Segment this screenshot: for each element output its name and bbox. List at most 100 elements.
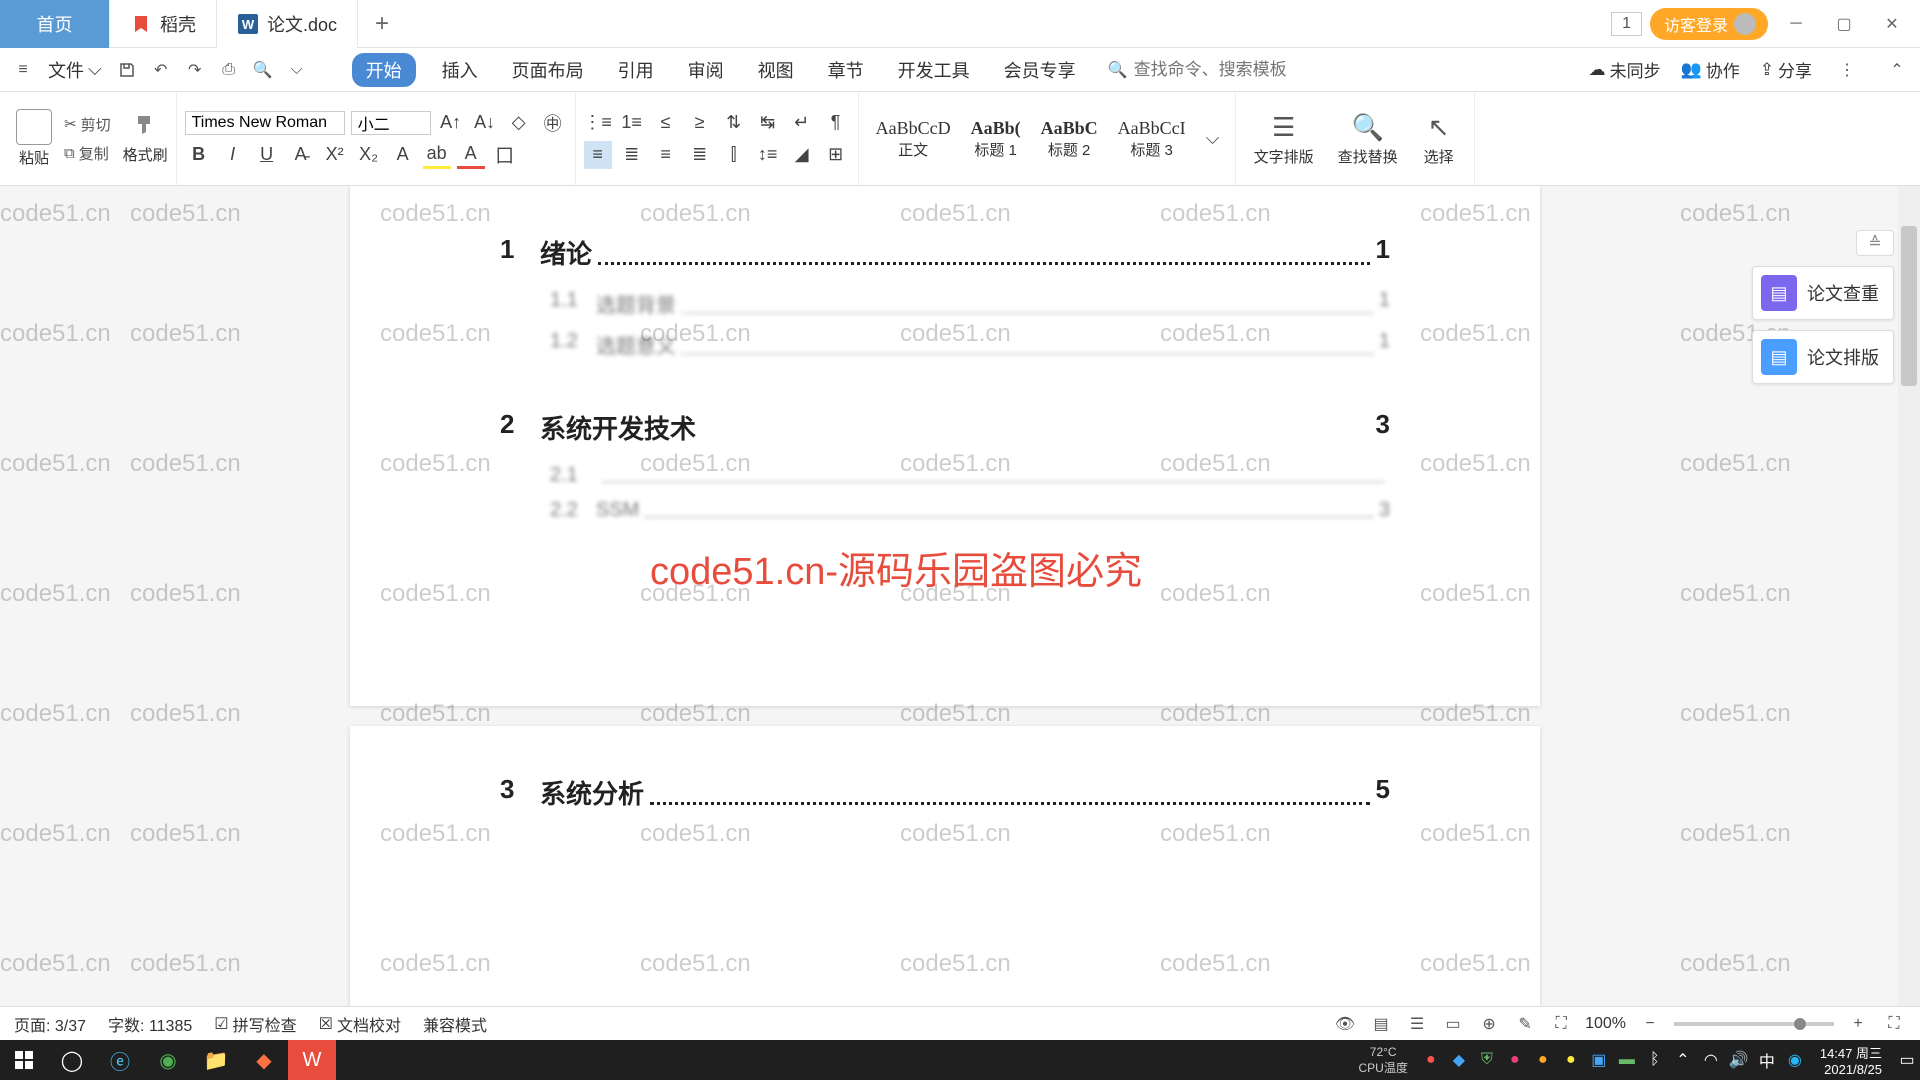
hamburger-icon[interactable]: ≡ — [8, 55, 38, 85]
char-border-icon[interactable]: 囗 — [491, 141, 519, 169]
web-view-icon[interactable]: ⊕ — [1477, 1012, 1501, 1036]
start-button[interactable] — [0, 1040, 48, 1080]
tab-home[interactable]: 首页 — [0, 0, 110, 48]
align-center-icon[interactable]: ≣ — [618, 141, 646, 169]
align-right-icon[interactable]: ≡ — [652, 141, 680, 169]
bold-icon[interactable]: B — [185, 141, 213, 169]
tray-icon[interactable]: ▬ — [1614, 1047, 1640, 1073]
menu-tab-start[interactable]: 开始 — [352, 53, 416, 87]
copy-button[interactable]: ⧉复制 — [64, 143, 111, 164]
style-heading2[interactable]: AaBbC标题 2 — [1032, 115, 1107, 163]
tab-char-icon[interactable]: ↹ — [754, 109, 782, 137]
explorer-icon[interactable]: 📁 — [192, 1040, 240, 1080]
line-break-icon[interactable]: ↵ — [788, 109, 816, 137]
ime-indicator[interactable]: 中 — [1754, 1047, 1780, 1073]
window-count-badge[interactable]: 1 — [1611, 12, 1642, 36]
collab-button[interactable]: 👥协作 — [1681, 57, 1740, 82]
unsync-button[interactable]: ☁未同步 — [1589, 57, 1661, 82]
wps-icon[interactable]: W — [288, 1040, 336, 1080]
spell-check-button[interactable]: ☑拼写检查 — [214, 1012, 296, 1036]
outline-view-icon[interactable]: ☰ — [1405, 1012, 1429, 1036]
menu-tab-insert[interactable]: 插入 — [434, 53, 486, 87]
paste-button[interactable]: 粘贴 — [16, 109, 52, 168]
tray-icon[interactable]: ● — [1530, 1047, 1556, 1073]
slider-thumb[interactable] — [1794, 1018, 1806, 1030]
print-icon[interactable]: ⎙ — [214, 55, 244, 85]
tray-icon[interactable]: ▣ — [1586, 1047, 1612, 1073]
command-search[interactable]: 🔍 — [1108, 60, 1334, 80]
proofread-button[interactable]: ☒文档校对 — [319, 1012, 401, 1036]
zoom-level[interactable]: 100% — [1585, 1015, 1626, 1033]
align-left-icon[interactable]: ≡ — [584, 141, 612, 169]
more-icon[interactable]: ⋮ — [1832, 55, 1862, 85]
guest-login-button[interactable]: 访客登录 — [1650, 8, 1768, 40]
style-heading3[interactable]: AaBbCcI标题 3 — [1109, 115, 1195, 163]
tray-icon[interactable]: ◆ — [1446, 1047, 1472, 1073]
align-justify-icon[interactable]: ≣ — [686, 141, 714, 169]
fit-icon[interactable]: ⛶ — [1549, 1012, 1573, 1036]
paper-check-button[interactable]: ▤ 论文查重 — [1752, 266, 1894, 320]
share-button[interactable]: ⇪分享 — [1760, 57, 1812, 82]
word-count[interactable]: 字数: 11385 — [108, 1012, 192, 1036]
chevron-down-icon[interactable]: ⌵ — [282, 55, 312, 85]
menu-tab-reference[interactable]: 引用 — [610, 53, 662, 87]
tab-docker[interactable]: 稻壳 — [110, 0, 217, 48]
menu-tab-vip[interactable]: 会员专享 — [996, 53, 1084, 87]
borders-icon[interactable]: ⊞ — [822, 141, 850, 169]
underline-icon[interactable]: U — [253, 141, 281, 169]
panel-toggle-button[interactable]: ≙ — [1856, 230, 1894, 256]
maximize-button[interactable]: ▢ — [1824, 4, 1864, 44]
paper-layout-button[interactable]: ▤ 论文排版 — [1752, 330, 1894, 384]
zoom-out-button[interactable]: − — [1638, 1012, 1662, 1036]
taskbar-clock[interactable]: 14:47 周三 2021/8/25 — [1810, 1043, 1892, 1077]
font-color-icon[interactable]: A — [457, 141, 485, 169]
read-view-icon[interactable]: ▭ — [1441, 1012, 1465, 1036]
notification-icon[interactable]: ▭ — [1894, 1047, 1920, 1073]
format-painter-button[interactable]: 格式刷 — [123, 112, 168, 165]
tray-icon[interactable]: ◉ — [1782, 1047, 1808, 1073]
tray-icon[interactable]: ● — [1418, 1047, 1444, 1073]
show-marks-icon[interactable]: ¶ — [822, 109, 850, 137]
tray-icon[interactable]: ⛨ — [1474, 1047, 1500, 1073]
redo-icon[interactable]: ↷ — [180, 55, 210, 85]
page-indicator[interactable]: 页面: 3/37 — [14, 1012, 86, 1036]
document-page[interactable]: 1绪论1 1.1选题背景1 1.2选题意义1 2系统开发技术3 2.1 2.2S… — [350, 186, 1540, 706]
select-button[interactable]: ↖选择 — [1412, 110, 1466, 167]
increase-font-icon[interactable]: A↑ — [437, 109, 465, 137]
document-page[interactable]: 3系统分析5 — [350, 726, 1540, 1040]
highlight-icon[interactable]: ab — [423, 141, 451, 169]
shading-icon[interactable]: ◢ — [788, 141, 816, 169]
menu-tab-chapter[interactable]: 章节 — [820, 53, 872, 87]
tab-current[interactable]: W 论文.doc — [217, 0, 358, 48]
annotate-icon[interactable]: ✎ — [1513, 1012, 1537, 1036]
font-size-select[interactable] — [351, 111, 431, 135]
italic-icon[interactable]: I — [219, 141, 247, 169]
app-icon[interactable]: ◆ — [240, 1040, 288, 1080]
phonetic-icon[interactable]: ㊥ — [539, 109, 567, 137]
zoom-in-button[interactable]: + — [1846, 1012, 1870, 1036]
preview-icon[interactable]: 🔍 — [248, 55, 278, 85]
line-spacing-icon[interactable]: ↕≡ — [754, 141, 782, 169]
volume-icon[interactable]: 🔊 — [1726, 1047, 1752, 1073]
menu-tab-devtools[interactable]: 开发工具 — [890, 53, 978, 87]
wifi-icon[interactable]: ◠ — [1698, 1047, 1724, 1073]
clear-format-icon[interactable]: ◇ — [505, 109, 533, 137]
document-workspace[interactable]: 1绪论1 1.1选题背景1 1.2选题意义1 2系统开发技术3 2.1 2.2S… — [0, 186, 1898, 1040]
close-button[interactable]: ✕ — [1872, 4, 1912, 44]
edge-icon[interactable]: ◉ — [144, 1040, 192, 1080]
menu-tab-layout[interactable]: 页面布局 — [504, 53, 592, 87]
font-name-select[interactable] — [185, 111, 345, 135]
numbering-icon[interactable]: 1≡ — [618, 109, 646, 137]
chevron-up-icon[interactable]: ⌃ — [1670, 1047, 1696, 1073]
bluetooth-icon[interactable]: ᛒ — [1642, 1047, 1668, 1073]
sort-icon[interactable]: ⇅ — [720, 109, 748, 137]
undo-icon[interactable]: ↶ — [146, 55, 176, 85]
vertical-scrollbar[interactable] — [1898, 186, 1920, 1040]
subscript-icon[interactable]: X₂ — [355, 141, 383, 169]
style-more-icon[interactable]: ⌵ — [1199, 125, 1227, 153]
bullets-icon[interactable]: ⋮≡ — [584, 109, 612, 137]
save-icon[interactable] — [112, 55, 142, 85]
find-replace-button[interactable]: 🔍查找替换 — [1328, 110, 1408, 167]
page-view-icon[interactable]: ▤ — [1369, 1012, 1393, 1036]
collapse-ribbon-icon[interactable]: ⌃ — [1882, 55, 1912, 85]
